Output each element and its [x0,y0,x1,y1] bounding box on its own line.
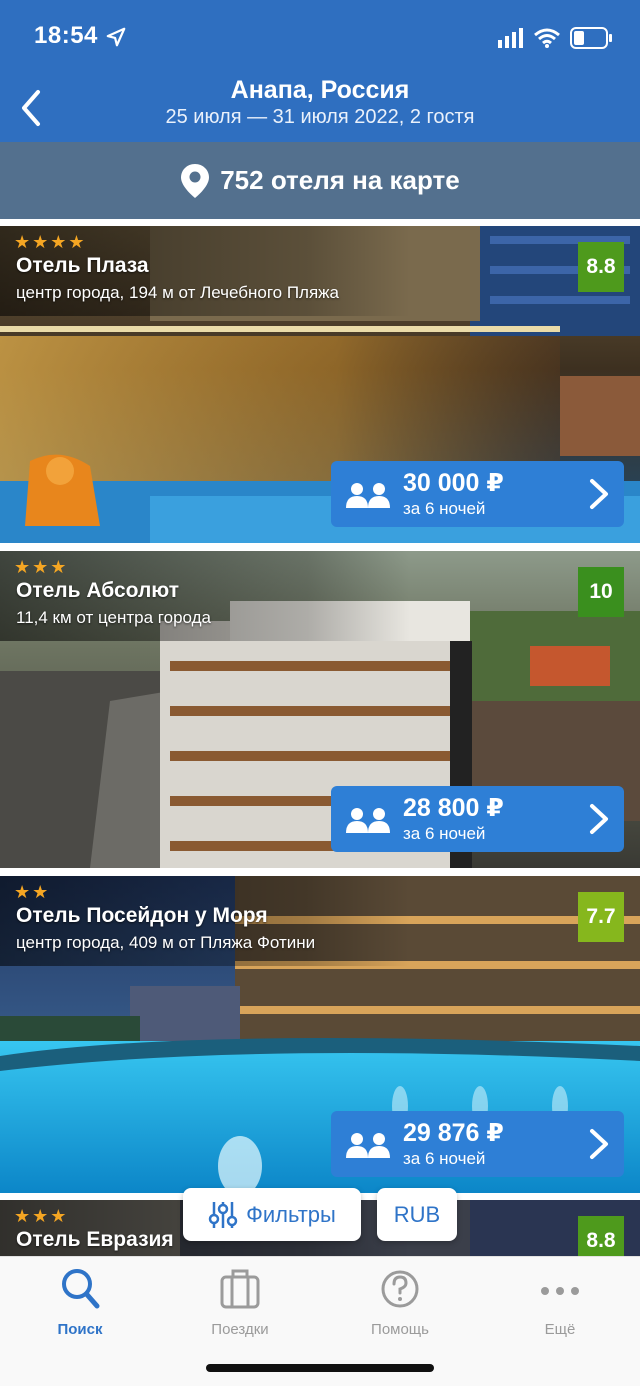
currency-label: RUB [393,1201,441,1227]
price-value: 29 876 ₽ [403,1119,504,1147]
hotel-card[interactable]: ★★★★ Отель Плаза центр города, 194 м от … [0,226,640,543]
filters-button[interactable]: Фильтры [183,1188,361,1241]
hotel-card[interactable]: ★★ Отель Посейдон у Моря центр города, 4… [0,876,640,1193]
rating-badge: 8.8 [578,242,624,292]
map-banner-label: 752 отеля на карте [220,165,460,195]
price-nights: за 6 ночей [403,1149,486,1168]
map-banner-button[interactable]: 752 отеля на карте [0,142,640,219]
guests-icon [346,483,390,508]
chevron-right-icon [590,1129,608,1159]
filters-icon [208,1201,238,1228]
suitcase-icon [220,1269,260,1309]
hotel-name: Отель Евразия [16,1228,174,1251]
hotel-card[interactable]: ★★★ Отель Абсолют 11,4 км от центра горо… [0,551,640,868]
chevron-right-icon [590,804,608,834]
price-value: 28 800 ₽ [403,794,504,822]
more-icon [541,1287,579,1295]
hotel-name: Отель Плаза [16,254,149,277]
search-dates-guests[interactable]: 25 июля — 31 июля 2022, 2 гостя [0,106,640,129]
guests-icon [346,1133,390,1158]
tab-more[interactable]: Ещё [500,1265,620,1345]
chevron-right-icon [590,479,608,509]
rating-badge: 7.7 [578,892,624,942]
tab-label: Ещё [544,1321,576,1338]
price-button[interactable]: 30 000 ₽ за 6 ночей [331,461,624,527]
hotel-stars: ★★ [14,882,51,902]
hotel-location: центр города, 194 м от Лечебного Пляжа [16,283,339,302]
signal-icon [498,28,523,48]
hotel-location: 11,4 км от центра города [16,608,211,627]
currency-button[interactable]: RUB [377,1188,457,1241]
hotel-stars: ★★★ [14,1206,69,1226]
hotel-name: Отель Абсолют [16,579,179,602]
status-time: 18:54 [34,22,98,49]
home-indicator [206,1364,434,1372]
page-title: Анапа, Россия [230,76,410,104]
price-value: 30 000 ₽ [403,469,504,497]
location-arrow-icon [106,27,126,47]
tab-help[interactable]: Помощь [340,1265,460,1345]
search-icon [62,1269,100,1309]
status-indicators [498,26,612,50]
header: 18:54 Анапа, Россия 25 июля — 31 июля 20… [0,0,640,142]
battery-icon [570,27,612,49]
tab-trips[interactable]: Поездки [180,1265,300,1345]
filters-label: Фильтры [246,1201,336,1227]
guests-icon [346,808,390,833]
tab-search[interactable]: Поиск [20,1265,140,1345]
price-button[interactable]: 29 876 ₽ за 6 ночей [331,1111,624,1177]
wifi-icon [534,28,560,48]
hotel-location: центр города, 409 м от Пляжа Фотини [16,933,316,952]
help-icon [381,1270,419,1308]
price-button[interactable]: 28 800 ₽ за 6 ночей [331,786,624,852]
tab-label: Помощь [371,1321,429,1338]
price-nights: за 6 ночей [403,824,486,843]
hotel-name: Отель Посейдон у Моря [16,904,268,927]
map-pin-icon [181,163,210,198]
tab-label: Поиск [57,1321,103,1338]
rating-badge: 10 [578,567,624,617]
hotel-stars: ★★★ [14,557,69,577]
price-nights: за 6 ночей [403,499,486,518]
tab-label: Поездки [211,1321,269,1338]
rating-badge: 8.8 [578,1216,624,1256]
hotel-stars: ★★★★ [14,232,87,252]
